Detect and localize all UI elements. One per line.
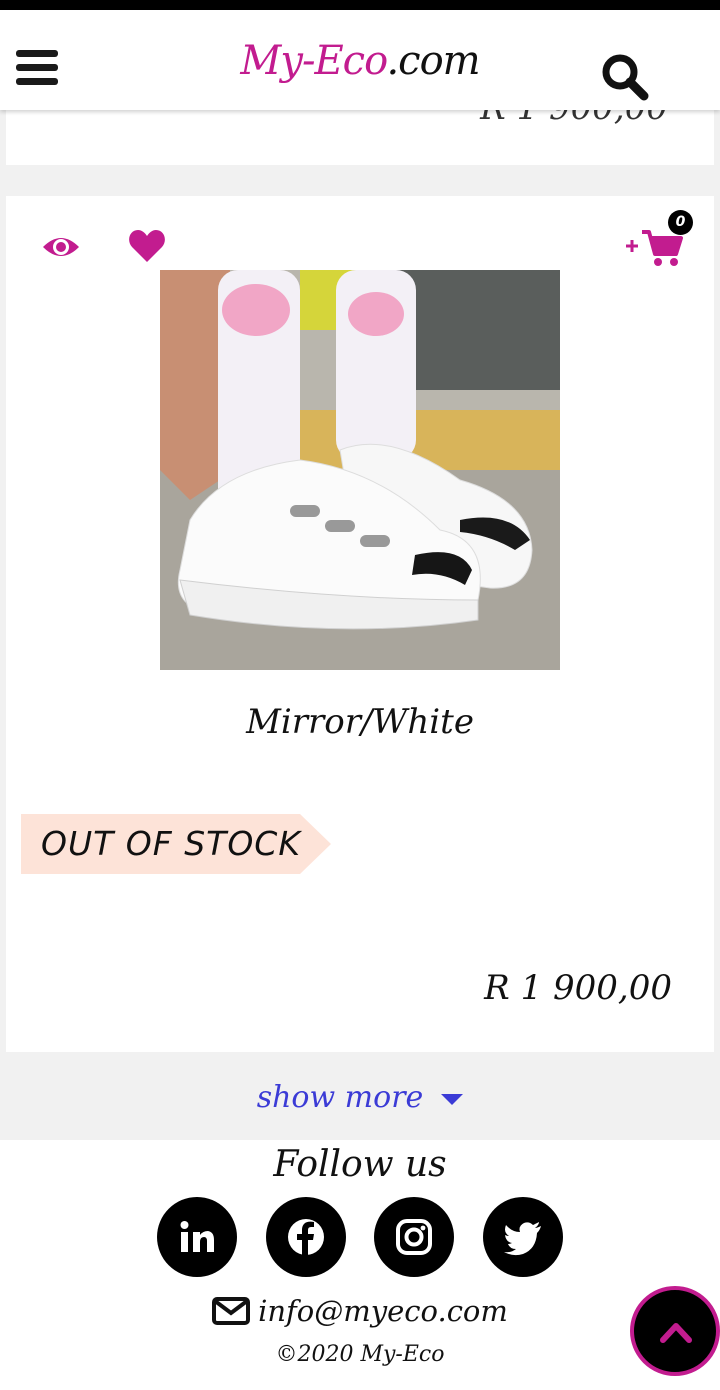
product-name[interactable]: Mirror/White (6, 702, 714, 742)
cart-count-badge: 0 (668, 210, 693, 235)
top-header: My-Eco.com (0, 10, 720, 110)
copyright: ©2020 My-Eco (275, 1342, 445, 1367)
search-button[interactable] (600, 52, 652, 104)
show-more-button[interactable]: show more (0, 1080, 720, 1115)
linkedin-icon (180, 1221, 214, 1252)
caret-down-icon (441, 1093, 464, 1105)
status-bar (0, 0, 720, 10)
eye-icon (43, 238, 79, 256)
heart-icon (129, 230, 165, 262)
scroll-to-top-button[interactable] (630, 1286, 720, 1376)
twitter-icon (504, 1222, 541, 1256)
instagram-button[interactable] (374, 1197, 454, 1277)
logo-brand: My-Eco (240, 38, 387, 84)
facebook-button[interactable] (266, 1197, 346, 1277)
stock-label: OUT OF STOCK (41, 824, 301, 863)
footer: Follow us info@myeco.com ©2020 My-Eco (0, 1140, 720, 1390)
show-more-label: show more (256, 1080, 424, 1115)
chevron-up-icon (660, 1323, 692, 1343)
follow-us-title: Follow us (273, 1144, 447, 1185)
twitter-button[interactable] (483, 1197, 563, 1277)
instagram-icon (396, 1219, 432, 1255)
linkedin-button[interactable] (157, 1197, 237, 1277)
email-address: info@myeco.com (258, 1294, 508, 1328)
sneaker-photo (160, 270, 560, 670)
envelope-icon (212, 1297, 251, 1325)
email-contact[interactable]: info@myeco.com (0, 1294, 720, 1328)
search-icon (602, 54, 649, 101)
facebook-icon (288, 1219, 324, 1255)
wishlist-button[interactable] (128, 228, 166, 264)
product-card: 0 Mirror/White OUT OF STOCK R 1 900,00 (6, 196, 714, 1052)
out-of-stock-badge: OUT OF STOCK (21, 814, 331, 874)
quick-view-button[interactable] (42, 232, 80, 262)
product-price: R 1 900,00 (484, 968, 672, 1008)
logo-domain: .com (386, 38, 480, 84)
previous-product-card: R 1 900,00 (6, 110, 714, 165)
product-image[interactable] (160, 270, 560, 670)
previous-product-price: R 1 900,00 (480, 110, 668, 128)
